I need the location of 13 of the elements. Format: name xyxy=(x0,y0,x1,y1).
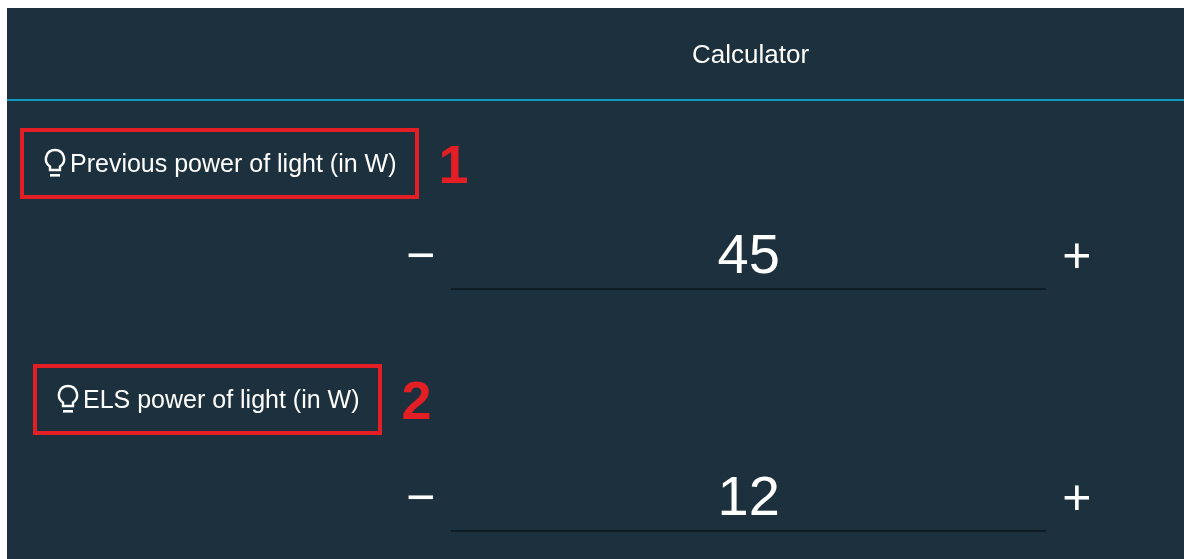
increment-button[interactable]: + xyxy=(1062,472,1092,522)
lightbulb-icon xyxy=(57,383,79,416)
field-label: ELS power of light (in W) xyxy=(83,383,360,415)
decrement-button[interactable]: − xyxy=(406,472,436,522)
window-title: Calculator xyxy=(692,38,811,70)
annotation-number: 1 xyxy=(438,136,469,191)
lightbulb-icon xyxy=(44,147,66,180)
number-field[interactable]: 45 xyxy=(451,220,1047,290)
field-label: Previous power of light (in W) xyxy=(70,147,397,179)
increment-button[interactable]: + xyxy=(1062,230,1092,280)
decrement-button[interactable]: − xyxy=(406,230,436,280)
annotation-number: 2 xyxy=(401,372,432,427)
number-field[interactable]: 12 xyxy=(451,462,1047,532)
